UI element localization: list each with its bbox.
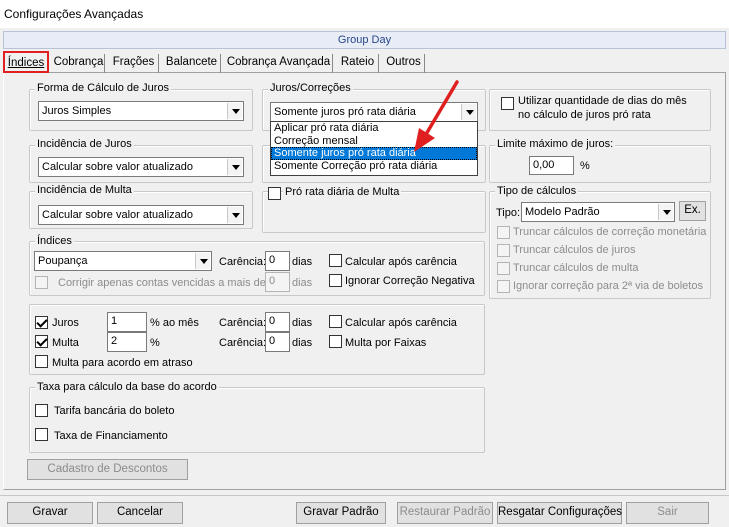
utilizar-dias-line1: Utilizar quantidade de dias do mês [518,95,687,107]
tab-cobranca-avancada[interactable]: Cobrança Avançada [225,54,333,73]
ex-button[interactable]: Ex. [679,201,706,221]
truncar-multa-checkbox[interactable] [497,262,510,275]
resgatar-configuracoes-button[interactable]: Resgatar Configurações [497,502,622,524]
multa-checkbox[interactable] [35,335,48,348]
pro-rata-multa-checkbox[interactable] [268,187,281,200]
cancelar-button[interactable]: Cancelar [97,502,183,524]
forma-calculo-label: Forma de Cálculo de Juros [35,82,172,94]
tipo-value: Modelo Padrão [525,206,600,218]
juros-calc-apos-carencia-checkbox[interactable] [329,315,342,328]
juros-correcoes-value: Somente juros pró rata diária [274,106,416,118]
ignorar-correcao-2via-checkbox[interactable] [497,280,510,293]
juros-dias-label: dias [292,317,313,329]
corrigir-vencidas-input[interactable]: 0 [265,272,290,292]
incidencia-multa-select[interactable]: Calcular sobre valor atualizado [38,205,244,225]
taxa-acordo-label: Taxa para cálculo da base do acordo [35,381,219,393]
incidencia-juros-label: Incidência de Juros [35,138,134,150]
annotation-arrow-icon [414,80,459,152]
juros-checkbox[interactable] [35,316,48,329]
multa-faixas-label: Multa por Faixas [345,337,427,349]
indices-select[interactable]: Poupança [34,251,212,271]
sair-button[interactable]: Sair [626,502,709,524]
tab-cobranca[interactable]: Cobrança [53,54,105,73]
indices-label: Índices [35,235,74,247]
multa-acordo-checkbox[interactable] [35,355,48,368]
truncar-juros-checkbox[interactable] [497,244,510,257]
juros-carencia-label: Carência: [219,317,267,329]
juros-carencia-input[interactable]: 0 [265,312,290,332]
limite-juros-unit: % [580,160,590,172]
corrigir-vencidas-label: Corrigir apenas contas vencidas a mais d… [58,277,266,289]
gravar-button[interactable]: Gravar [7,502,93,524]
tab-fracoes[interactable]: Frações [109,54,159,73]
chevron-down-icon[interactable] [658,204,673,220]
ignorar-correcao-negativa-label: Ignorar Correção Negativa [345,275,475,287]
limite-juros-group [489,145,711,183]
indices-carencia-label: Carência: [219,256,267,268]
truncar-correcao-label: Truncar cálculos de correção monetária [513,226,707,238]
indices-calc-apos-carencia-label: Calcular após carência [345,256,457,268]
indices-dias-label: dias [292,256,313,268]
multa-input[interactable]: 2 [107,332,147,352]
truncar-juros-label: Truncar cálculos de juros [513,244,636,256]
chevron-down-icon[interactable] [227,207,242,223]
chevron-down-icon[interactable] [195,253,210,269]
corrigir-vencidas-dias: dias [292,277,313,289]
multa-faixas-checkbox[interactable] [329,335,342,348]
tarifa-boleto-checkbox[interactable] [35,404,48,417]
juros-correcoes-label: Juros/Correções [268,82,353,94]
incidencia-multa-value: Calcular sobre valor atualizado [42,209,194,221]
truncar-multa-label: Truncar cálculos de multa [513,262,639,274]
multa-carencia-input[interactable]: 0 [265,332,290,352]
juros-calc-apos-carencia-label: Calcular após carência [345,317,457,329]
forma-calculo-select[interactable]: Juros Simples [38,101,244,121]
indices-carencia-input[interactable]: 0 [265,251,290,271]
utilizar-dias-checkbox[interactable] [501,97,514,110]
corrigir-vencidas-checkbox[interactable] [35,276,48,289]
juros-label: Juros [52,317,79,329]
ignorar-correcao-2via-label: Ignorar correção para 2ª via de boletos [513,280,703,292]
tarifa-boleto-label: Tarifa bancária do boleto [54,405,175,417]
taxa-acordo-group [29,387,485,453]
indices-value: Poupança [38,255,88,267]
forma-calculo-value: Juros Simples [42,105,112,117]
ignorar-correcao-negativa-checkbox[interactable] [329,274,342,287]
juros-unit: % ao mês [150,317,199,329]
multa-carencia-label: Carência: [219,337,267,349]
taxa-financiamento-checkbox[interactable] [35,428,48,441]
tipo-calculos-label: Tipo de cálculos [495,185,579,197]
limite-juros-label: Limite máximo de juros: [495,138,616,150]
cadastro-descontos-button[interactable]: Cadastro de Descontos [27,459,188,480]
multa-acordo-label: Multa para acordo em atraso [52,357,193,369]
tab-balancete[interactable]: Balancete [163,54,221,73]
truncar-correcao-checkbox[interactable] [497,226,510,239]
juros-input[interactable]: 1 [107,312,147,332]
tipo-select[interactable]: Modelo Padrão [521,202,675,222]
incidencia-multa-label: Incidência de Multa [35,184,134,196]
multa-unit: % [150,337,160,349]
chevron-down-icon[interactable] [227,103,242,119]
window-title: Configurações Avançadas [0,0,729,28]
dropdown-option-somente-correcao[interactable]: Somente Correção pró rata diária [271,160,477,173]
tab-rateio[interactable]: Rateio [337,54,379,73]
limite-juros-input[interactable]: 0,00 [529,156,574,175]
tipo-label: Tipo: [496,207,521,219]
taxa-financiamento-label: Taxa de Financiamento [54,430,168,442]
gravar-padrao-button[interactable]: Gravar Padrão [296,502,386,524]
indices-calc-apos-carencia-checkbox[interactable] [329,254,342,267]
incidencia-juros-select[interactable]: Calcular sobre valor atualizado [38,157,244,177]
tab-indices[interactable]: Índices [3,51,49,73]
multa-dias-label: dias [292,337,313,349]
group-header: Group Day [3,31,726,49]
utilizar-dias-line2: no cálculo de juros pró rata [518,109,651,121]
pro-rata-multa-label: Pró rata diária de Multa [283,186,402,198]
chevron-down-icon[interactable] [227,159,242,175]
incidencia-juros-value: Calcular sobre valor atualizado [42,161,194,173]
restaurar-padrao-button[interactable]: Restaurar Padrão [397,502,493,524]
tab-outros[interactable]: Outros [383,54,425,73]
multa-label: Multa [52,337,79,349]
